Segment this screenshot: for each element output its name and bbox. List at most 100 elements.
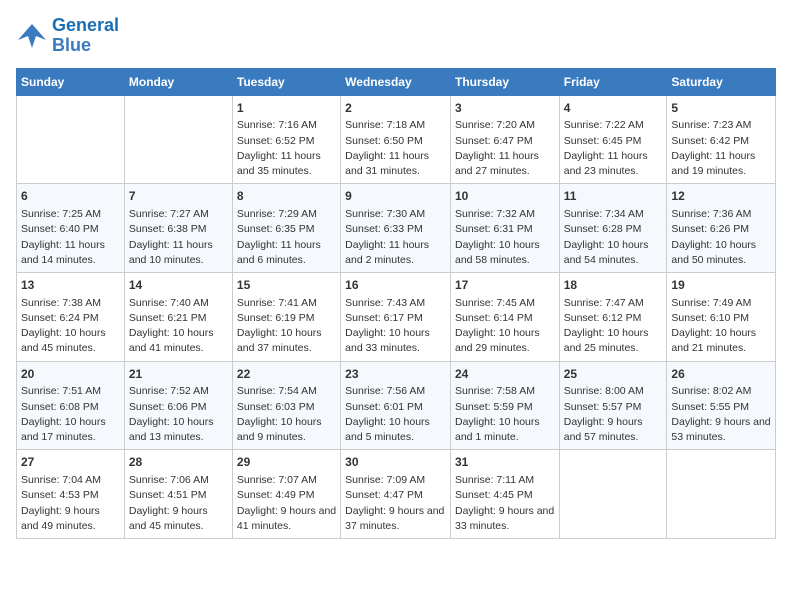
day-info: Sunrise: 7:47 AM Sunset: 6:12 PM Dayligh… — [564, 296, 663, 357]
calendar-cell: 6 Sunrise: 7:25 AM Sunset: 6:40 PM Daylig… — [17, 184, 125, 273]
day-number: 18 — [564, 277, 663, 294]
day-info: Sunrise: 7:07 AM Sunset: 4:49 PM Dayligh… — [237, 473, 336, 534]
day-number: 25 — [564, 366, 663, 383]
calendar-cell: 7 Sunrise: 7:27 AM Sunset: 6:38 PM Daylig… — [124, 184, 232, 273]
day-number: 3 — [455, 100, 555, 117]
day-number: 16 — [345, 277, 446, 294]
day-number: 10 — [455, 188, 555, 205]
calendar-cell: 20Sunrise: 7:51 AM Sunset: 6:08 PM Dayli… — [17, 361, 125, 450]
calendar-cell: 27 Sunrise: 7:04 AM Sunset: 4:53 PM Dayli… — [17, 450, 125, 539]
day-number: 7 — [129, 188, 228, 205]
day-info: Sunrise: 7:29 AM Sunset: 6:35 PM Dayligh… — [237, 207, 336, 268]
day-info: Sunrise: 8:00 AM Sunset: 5:57 PM Dayligh… — [564, 384, 663, 445]
calendar-cell: 1Sunrise: 7:16 AM Sunset: 6:52 PM Daylig… — [232, 95, 340, 184]
day-info: Sunrise: 7:22 AM Sunset: 6:45 PM Dayligh… — [564, 118, 663, 179]
day-number: 23 — [345, 366, 446, 383]
day-number: 2 — [345, 100, 446, 117]
day-info: Sunrise: 7:11 AM Sunset: 4:45 PM Dayligh… — [455, 473, 555, 534]
day-number: 27 — [21, 454, 120, 471]
day-info: Sunrise: 7:41 AM Sunset: 6:19 PM Dayligh… — [237, 296, 336, 357]
calendar-cell: 23Sunrise: 7:56 AM Sunset: 6:01 PM Dayli… — [341, 361, 451, 450]
calendar-cell — [667, 450, 776, 539]
header-friday: Friday — [559, 68, 667, 95]
day-info: Sunrise: 7:34 AM Sunset: 6:28 PM Dayligh… — [564, 207, 663, 268]
day-info: Sunrise: 7:56 AM Sunset: 6:01 PM Dayligh… — [345, 384, 446, 445]
calendar-cell: 8 Sunrise: 7:29 AM Sunset: 6:35 PM Daylig… — [232, 184, 340, 273]
day-info: Sunrise: 7:25 AM Sunset: 6:40 PM Dayligh… — [21, 207, 120, 268]
calendar-cell — [559, 450, 667, 539]
day-number: 28 — [129, 454, 228, 471]
day-info: Sunrise: 7:32 AM Sunset: 6:31 PM Dayligh… — [455, 207, 555, 268]
header-wednesday: Wednesday — [341, 68, 451, 95]
calendar-cell: 3Sunrise: 7:20 AM Sunset: 6:47 PM Daylig… — [450, 95, 559, 184]
day-number: 4 — [564, 100, 663, 117]
calendar-cell: 31Sunrise: 7:11 AM Sunset: 4:45 PM Dayli… — [450, 450, 559, 539]
calendar-cell: 29 Sunrise: 7:07 AM Sunset: 4:49 PM Dayli… — [232, 450, 340, 539]
day-info: Sunrise: 7:06 AM Sunset: 4:51 PM Dayligh… — [129, 473, 228, 534]
day-number: 17 — [455, 277, 555, 294]
calendar-cell — [124, 95, 232, 184]
day-info: Sunrise: 8:02 AM Sunset: 5:55 PM Dayligh… — [671, 384, 771, 445]
week-row-1: 1Sunrise: 7:16 AM Sunset: 6:52 PM Daylig… — [17, 95, 776, 184]
page-header: General Blue — [16, 16, 776, 56]
header-thursday: Thursday — [450, 68, 559, 95]
calendar-cell: 30Sunrise: 7:09 AM Sunset: 4:47 PM Dayli… — [341, 450, 451, 539]
day-info: Sunrise: 7:30 AM Sunset: 6:33 PM Dayligh… — [345, 207, 446, 268]
calendar-cell: 5Sunrise: 7:23 AM Sunset: 6:42 PM Daylig… — [667, 95, 776, 184]
calendar-cell: 15Sunrise: 7:41 AM Sunset: 6:19 PM Dayli… — [232, 272, 340, 361]
day-info: Sunrise: 7:49 AM Sunset: 6:10 PM Dayligh… — [671, 296, 771, 357]
day-info: Sunrise: 7:40 AM Sunset: 6:21 PM Dayligh… — [129, 296, 228, 357]
logo: General Blue — [16, 16, 119, 56]
day-number: 1 — [237, 100, 336, 117]
day-number: 30 — [345, 454, 446, 471]
day-info: Sunrise: 7:16 AM Sunset: 6:52 PM Dayligh… — [237, 118, 336, 179]
day-info: Sunrise: 7:27 AM Sunset: 6:38 PM Dayligh… — [129, 207, 228, 268]
day-number: 14 — [129, 277, 228, 294]
week-row-3: 13 Sunrise: 7:38 AM Sunset: 6:24 PM Dayli… — [17, 272, 776, 361]
day-number: 29 — [237, 454, 336, 471]
logo-icon — [16, 22, 48, 50]
calendar-cell: 17 Sunrise: 7:45 AM Sunset: 6:14 PM Dayli… — [450, 272, 559, 361]
day-info: Sunrise: 7:52 AM Sunset: 6:06 PM Dayligh… — [129, 384, 228, 445]
header-sunday: Sunday — [17, 68, 125, 95]
day-info: Sunrise: 7:51 AM Sunset: 6:08 PM Dayligh… — [21, 384, 120, 445]
day-info: Sunrise: 7:38 AM Sunset: 6:24 PM Dayligh… — [21, 296, 120, 357]
day-number: 6 — [21, 188, 120, 205]
day-number: 8 — [237, 188, 336, 205]
calendar-body: 1Sunrise: 7:16 AM Sunset: 6:52 PM Daylig… — [17, 95, 776, 538]
calendar-cell: 25Sunrise: 8:00 AM Sunset: 5:57 PM Dayli… — [559, 361, 667, 450]
calendar-cell: 13 Sunrise: 7:38 AM Sunset: 6:24 PM Dayli… — [17, 272, 125, 361]
day-info: Sunrise: 7:23 AM Sunset: 6:42 PM Dayligh… — [671, 118, 771, 179]
day-info: Sunrise: 7:45 AM Sunset: 6:14 PM Dayligh… — [455, 296, 555, 357]
day-number: 5 — [671, 100, 771, 117]
calendar-table: SundayMondayTuesdayWednesdayThursdayFrid… — [16, 68, 776, 539]
day-number: 22 — [237, 366, 336, 383]
day-number: 13 — [21, 277, 120, 294]
calendar-cell: 10 Sunrise: 7:32 AM Sunset: 6:31 PM Dayli… — [450, 184, 559, 273]
calendar-cell: 11 Sunrise: 7:34 AM Sunset: 6:28 PM Dayli… — [559, 184, 667, 273]
calendar-cell: 12 Sunrise: 7:36 AM Sunset: 6:26 PM Dayli… — [667, 184, 776, 273]
week-row-2: 6 Sunrise: 7:25 AM Sunset: 6:40 PM Daylig… — [17, 184, 776, 273]
day-number: 26 — [671, 366, 771, 383]
calendar-cell: 16Sunrise: 7:43 AM Sunset: 6:17 PM Dayli… — [341, 272, 451, 361]
calendar-cell: 14 Sunrise: 7:40 AM Sunset: 6:21 PM Dayli… — [124, 272, 232, 361]
calendar-cell: 4Sunrise: 7:22 AM Sunset: 6:45 PM Daylig… — [559, 95, 667, 184]
day-info: Sunrise: 7:58 AM Sunset: 5:59 PM Dayligh… — [455, 384, 555, 445]
calendar-cell: 26Sunrise: 8:02 AM Sunset: 5:55 PM Dayli… — [667, 361, 776, 450]
calendar-cell: 9 Sunrise: 7:30 AM Sunset: 6:33 PM Daylig… — [341, 184, 451, 273]
day-number: 9 — [345, 188, 446, 205]
header-saturday: Saturday — [667, 68, 776, 95]
calendar-cell: 2Sunrise: 7:18 AM Sunset: 6:50 PM Daylig… — [341, 95, 451, 184]
day-number: 19 — [671, 277, 771, 294]
day-info: Sunrise: 7:54 AM Sunset: 6:03 PM Dayligh… — [237, 384, 336, 445]
day-number: 20 — [21, 366, 120, 383]
day-number: 11 — [564, 188, 663, 205]
calendar-cell: 28 Sunrise: 7:06 AM Sunset: 4:51 PM Dayli… — [124, 450, 232, 539]
calendar-cell: 22Sunrise: 7:54 AM Sunset: 6:03 PM Dayli… — [232, 361, 340, 450]
calendar-cell — [17, 95, 125, 184]
header-monday: Monday — [124, 68, 232, 95]
day-number: 12 — [671, 188, 771, 205]
day-info: Sunrise: 7:04 AM Sunset: 4:53 PM Dayligh… — [21, 473, 120, 534]
calendar-cell: 18 Sunrise: 7:47 AM Sunset: 6:12 PM Dayli… — [559, 272, 667, 361]
day-info: Sunrise: 7:36 AM Sunset: 6:26 PM Dayligh… — [671, 207, 771, 268]
